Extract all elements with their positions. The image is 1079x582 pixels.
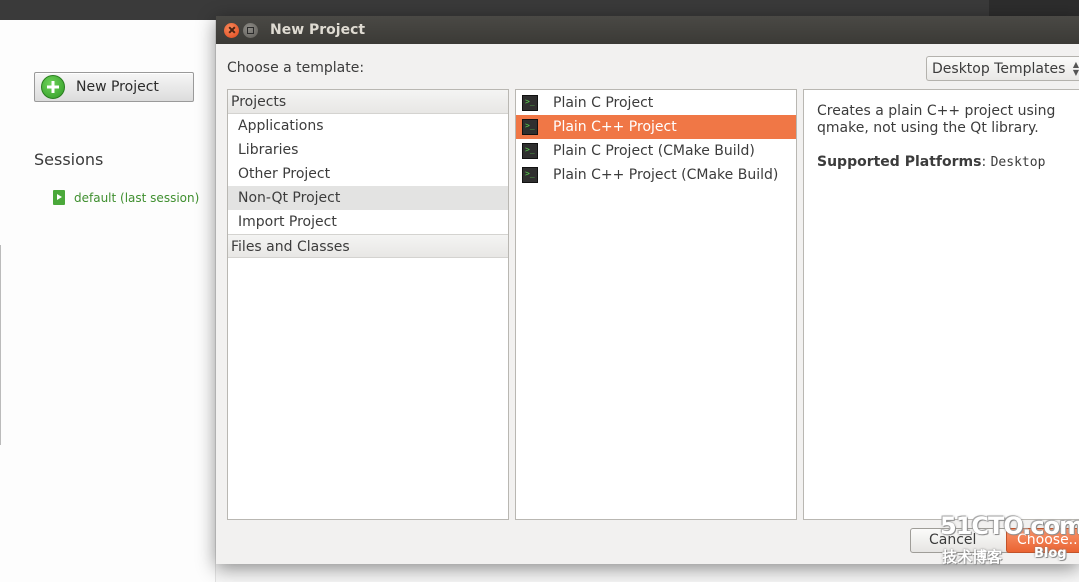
- dialog-titlebar: New Project: [216, 16, 1079, 44]
- template-panel: Plain C Project Plain C++ Project Plain …: [515, 89, 797, 520]
- template-item-label: Plain C++ Project (CMake Build): [553, 167, 779, 183]
- template-item-label: Plain C Project (CMake Build): [553, 143, 755, 159]
- sessions-title: Sessions: [34, 150, 104, 169]
- dialog-title: New Project: [270, 22, 366, 38]
- supported-platforms-value: Desktop: [990, 155, 1046, 170]
- terminal-icon: [522, 167, 538, 183]
- supported-platforms-separator: :: [981, 154, 991, 170]
- category-item-import-project[interactable]: Import Project: [228, 210, 508, 234]
- supported-platforms: Supported Platforms: Desktop: [817, 154, 1079, 171]
- new-project-button-label: New Project: [76, 79, 159, 95]
- session-item-label: default (last session): [74, 190, 200, 205]
- category-header-projects[interactable]: Projects: [228, 90, 508, 114]
- category-item-applications[interactable]: Applications: [228, 114, 508, 138]
- template-item-plain-cpp-cmake[interactable]: Plain C++ Project (CMake Build): [516, 163, 796, 187]
- category-item-libraries[interactable]: Libraries: [228, 138, 508, 162]
- session-item-default[interactable]: default (last session): [53, 190, 199, 205]
- welcome-divider: [0, 245, 4, 445]
- cancel-button[interactable]: Cancel: [910, 528, 1020, 553]
- template-description: Creates a plain C++ project using qmake,…: [817, 103, 1056, 136]
- updown-arrows-icon: ▲ ▼: [1072, 60, 1079, 77]
- template-item-label: Plain C Project: [553, 95, 654, 111]
- template-item-plain-c[interactable]: Plain C Project: [516, 91, 796, 115]
- category-item-non-qt-project[interactable]: Non-Qt Project: [228, 186, 508, 210]
- template-filter-value: Desktop Templates: [932, 60, 1066, 77]
- terminal-icon: [522, 143, 538, 159]
- plus-icon: [41, 75, 65, 99]
- category-header-files-and-classes[interactable]: Files and Classes: [228, 234, 508, 258]
- supported-platforms-label: Supported Platforms: [817, 154, 982, 170]
- description-panel: Creates a plain C++ project using qmake,…: [803, 89, 1079, 520]
- minimize-icon[interactable]: [243, 22, 258, 38]
- template-filter-select[interactable]: Desktop Templates ▲ ▼: [926, 56, 1079, 81]
- terminal-icon: [522, 95, 538, 111]
- category-panel: Projects Applications Libraries Other Pr…: [227, 89, 509, 520]
- welcome-left-pane: [0, 20, 216, 582]
- new-project-button[interactable]: New Project: [34, 72, 194, 102]
- new-project-dialog: New Project Choose a template: Desktop T…: [216, 16, 1079, 564]
- template-item-plain-cpp[interactable]: Plain C++ Project: [516, 115, 796, 139]
- session-icon: [53, 190, 65, 205]
- template-item-plain-c-cmake[interactable]: Plain C Project (CMake Build): [516, 139, 796, 163]
- template-item-label: Plain C++ Project: [553, 119, 677, 135]
- choose-button[interactable]: Choose...: [1006, 528, 1079, 553]
- terminal-icon: [522, 119, 538, 135]
- close-icon[interactable]: [224, 22, 239, 38]
- category-item-other-project[interactable]: Other Project: [228, 162, 508, 186]
- choose-template-label: Choose a template:: [227, 60, 365, 76]
